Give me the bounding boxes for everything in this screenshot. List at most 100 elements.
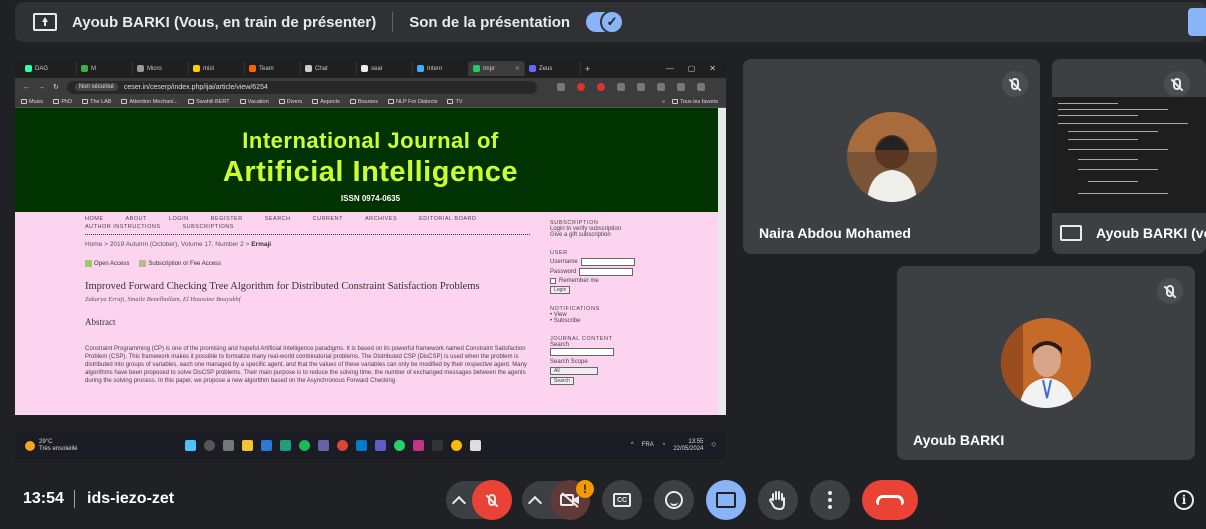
bookmark-folder[interactable]: Bourses (349, 99, 378, 105)
login-button[interactable]: Login (550, 286, 571, 294)
browser-tab-active[interactable]: Impr ✕ (469, 61, 525, 76)
browser-tab[interactable]: DAG (21, 61, 77, 76)
vscode-icon[interactable] (356, 440, 368, 451)
browser-tab[interactable]: Micro (133, 61, 189, 76)
page-scrollbar[interactable] (718, 108, 726, 415)
extension-icon[interactable] (576, 83, 585, 91)
bookmark-folder[interactable]: Attention Mechani... (121, 99, 178, 105)
mail-icon[interactable] (261, 440, 273, 451)
nav-login[interactable]: LOGIN (169, 216, 189, 222)
bookmark-folder[interactable]: Divers (278, 99, 302, 105)
participant-tile[interactable]: Naira Abdou Mohamed (743, 59, 1040, 254)
nav-search[interactable]: SEARCH (265, 216, 291, 222)
bookmark-folder[interactable]: The LAB (82, 99, 111, 105)
password-field[interactable] (579, 268, 634, 276)
extension-icon[interactable] (596, 83, 605, 91)
network-icon[interactable]: ◔ (662, 442, 666, 449)
puzzle-icon[interactable] (636, 83, 645, 91)
browser-tab[interactable]: Team (245, 61, 301, 76)
chevron-up-icon[interactable] (451, 495, 467, 510)
stop-presenting-button[interactable] (1188, 8, 1206, 36)
bookmark-folder[interactable]: NLP For Dialects (388, 99, 437, 105)
whatsapp-icon[interactable] (394, 440, 406, 451)
language-indicator[interactable]: FRA (642, 442, 654, 449)
participant-tile[interactable]: Ayoub BARKI (897, 266, 1195, 460)
close-tab-icon[interactable]: ✕ (515, 65, 520, 72)
abstract-text: Constraint Programming (CP) is one of th… (85, 346, 527, 385)
reactions-button[interactable] (654, 480, 694, 520)
meeting-details-icon[interactable]: i (1174, 490, 1194, 510)
tray-clock[interactable]: 13:55 22/05/2024 (673, 439, 703, 453)
reload-icon[interactable]: ↻ (53, 83, 59, 91)
all-bookmarks[interactable]: » Tous les favoris (662, 99, 726, 105)
presentation-tile[interactable]: Ayoub BARKI (vo (1052, 59, 1206, 254)
sidebar-link[interactable]: • Subscribe (550, 318, 660, 324)
nav-about[interactable]: ABOUT (126, 216, 147, 222)
browser-tab[interactable]: mist (189, 61, 245, 76)
chrome-icon[interactable] (451, 440, 463, 451)
instagram-icon[interactable] (413, 440, 425, 451)
edge-icon[interactable] (280, 440, 292, 451)
chrome-icon[interactable] (337, 440, 349, 451)
bookmark-folder[interactable]: Swahili BERT (188, 99, 230, 105)
username-field[interactable] (580, 258, 635, 266)
teams-icon[interactable] (375, 440, 387, 451)
nav-home[interactable]: HOME (85, 216, 104, 222)
more-options-button[interactable] (810, 480, 850, 520)
weather-widget[interactable]: 29°C Très ensoleillé (25, 439, 77, 453)
back-icon[interactable]: ← (23, 84, 30, 91)
menu-icon[interactable] (696, 83, 705, 91)
bookmark-folder[interactable]: Aspects (312, 99, 340, 105)
nav-author-instructions[interactable]: AUTHOR INSTRUCTIONS (85, 224, 161, 230)
bookmark-folder[interactable]: Music (21, 99, 43, 105)
search-scope-select[interactable]: All (550, 366, 598, 375)
extension-icon[interactable] (616, 83, 625, 91)
browser-tab[interactable]: sear (357, 61, 413, 76)
journal-search-button[interactable]: Search (550, 376, 574, 385)
windows-start-icon[interactable] (185, 440, 197, 451)
new-tab-button[interactable]: + (585, 64, 590, 74)
microphone-button[interactable] (472, 480, 512, 520)
leave-call-button[interactable] (862, 480, 918, 520)
participant-name: Naira Abdou Mohamed (759, 225, 911, 241)
captions-button[interactable]: CC (602, 480, 642, 520)
bookmark-folder[interactable]: TV (447, 99, 463, 105)
search-icon[interactable] (204, 440, 216, 451)
nav-subscriptions[interactable]: SUBSCRIPTIONS (183, 224, 234, 230)
browser-tab[interactable]: M (77, 61, 133, 76)
browser-tab[interactable]: Intern (413, 61, 469, 76)
nav-current[interactable]: CURRENT (313, 216, 343, 222)
file-explorer-icon[interactable] (242, 440, 254, 451)
app-icon[interactable] (432, 440, 444, 451)
raise-hand-button[interactable] (758, 480, 798, 520)
not-secure-badge[interactable]: Non sécurisé (74, 83, 118, 91)
browser-tab[interactable]: Chat (301, 61, 357, 76)
browser-tab[interactable]: Zeus (525, 61, 581, 76)
nav-editorial-board[interactable]: EDITORIAL BOARD (419, 216, 476, 222)
bookmark-folder[interactable]: PhD (53, 99, 72, 105)
maximize-button[interactable]: ▢ (688, 64, 696, 73)
remember-checkbox[interactable] (550, 278, 556, 284)
calendar-icon[interactable] (470, 440, 482, 451)
presentation-sound-toggle[interactable]: ✓ (586, 10, 625, 34)
forward-icon[interactable]: → (38, 84, 45, 91)
nav-archives[interactable]: ARCHIVES (365, 216, 397, 222)
nav-register[interactable]: REGISTER (211, 216, 243, 222)
present-button[interactable] (706, 480, 746, 520)
teams-icon[interactable] (318, 440, 330, 451)
star-icon[interactable] (556, 83, 565, 91)
journal-search-input[interactable] (550, 348, 614, 356)
bookmark-folder[interactable]: Vacation (239, 99, 269, 105)
chevron-up-icon[interactable]: ^ (631, 442, 634, 449)
notification-bell-icon[interactable]: ◇ (711, 442, 716, 449)
spotify-icon[interactable] (299, 440, 311, 451)
breadcrumb-current: Ermaji (251, 241, 272, 248)
close-window-button[interactable]: ✕ (709, 64, 716, 73)
address-bar[interactable]: Non sécurisé ceser.in/ceserp/index.php/i… (66, 80, 537, 94)
profile-icon[interactable] (676, 83, 685, 91)
chevron-up-icon[interactable] (527, 495, 543, 510)
sidebar-link[interactable]: Give a gift subscription (550, 232, 660, 238)
task-view-icon[interactable] (223, 440, 235, 451)
minimize-button[interactable]: — (666, 64, 674, 73)
download-icon[interactable] (656, 83, 665, 91)
